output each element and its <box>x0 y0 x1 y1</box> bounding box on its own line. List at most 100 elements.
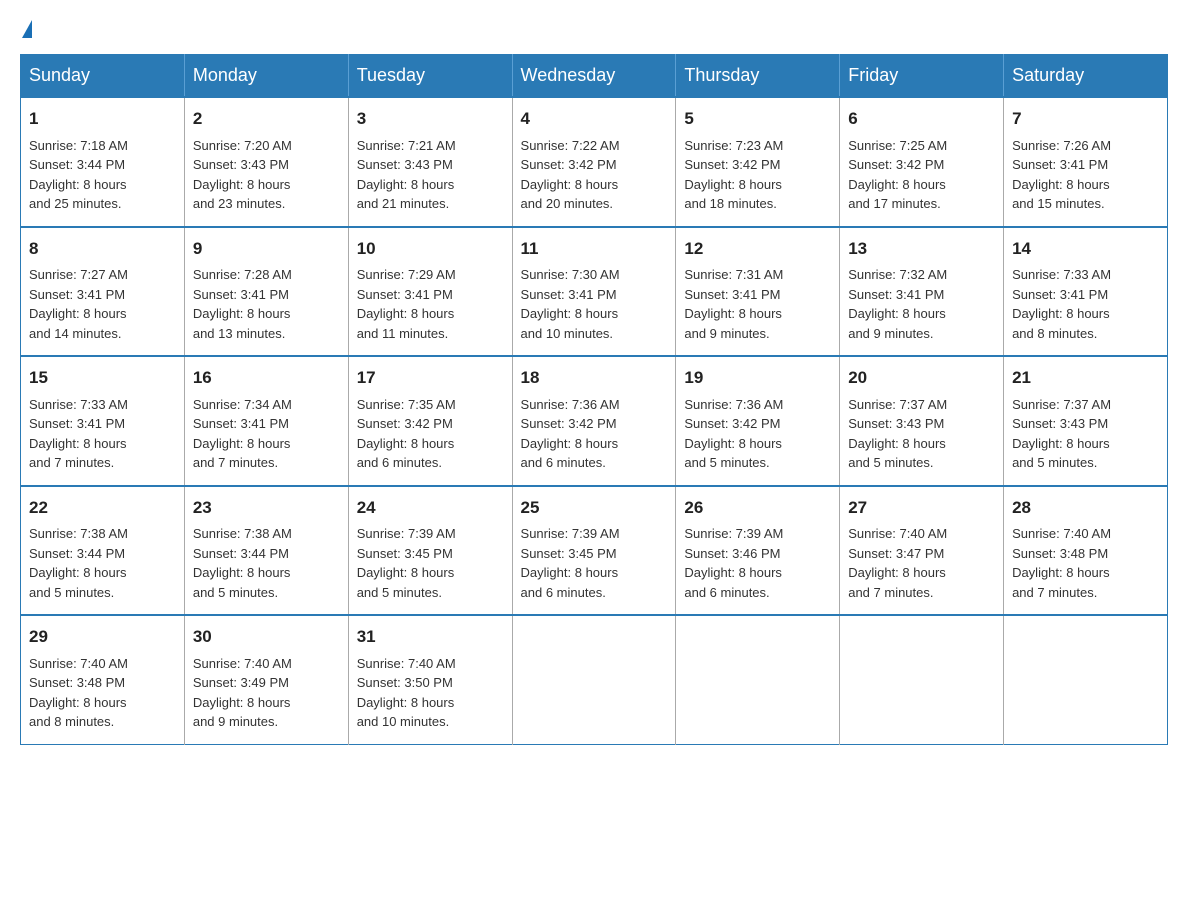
calendar-cell: 10 Sunrise: 7:29 AMSunset: 3:41 PMDayligh… <box>348 227 512 357</box>
day-info: Sunrise: 7:40 AMSunset: 3:48 PMDaylight:… <box>29 656 128 730</box>
day-number: 22 <box>29 495 176 521</box>
calendar-cell: 5Sunrise: 7:23 AMSunset: 3:42 PMDaylight… <box>676 97 840 227</box>
calendar-table: SundayMondayTuesdayWednesdayThursdayFrid… <box>20 54 1168 745</box>
calendar-cell: 20 Sunrise: 7:37 AMSunset: 3:43 PMDayligh… <box>840 356 1004 486</box>
day-number: 3 <box>357 106 504 132</box>
day-info: Sunrise: 7:22 AMSunset: 3:42 PMDaylight:… <box>521 138 620 212</box>
calendar-cell: 15 Sunrise: 7:33 AMSunset: 3:41 PMDayligh… <box>21 356 185 486</box>
calendar-cell <box>512 615 676 744</box>
weekday-header: Tuesday <box>348 55 512 98</box>
day-number: 30 <box>193 624 340 650</box>
day-number: 29 <box>29 624 176 650</box>
day-number: 10 <box>357 236 504 262</box>
calendar-cell: 24 Sunrise: 7:39 AMSunset: 3:45 PMDayligh… <box>348 486 512 616</box>
calendar-cell: 14 Sunrise: 7:33 AMSunset: 3:41 PMDayligh… <box>1004 227 1168 357</box>
calendar-week-row: 29 Sunrise: 7:40 AMSunset: 3:48 PMDayligh… <box>21 615 1168 744</box>
weekday-row: SundayMondayTuesdayWednesdayThursdayFrid… <box>21 55 1168 98</box>
day-info: Sunrise: 7:37 AMSunset: 3:43 PMDaylight:… <box>848 397 947 471</box>
calendar-cell: 1 Sunrise: 7:18 AMSunset: 3:44 PMDaylight… <box>21 97 185 227</box>
calendar-cell: 8 Sunrise: 7:27 AMSunset: 3:41 PMDaylight… <box>21 227 185 357</box>
day-number: 15 <box>29 365 176 391</box>
calendar-header: SundayMondayTuesdayWednesdayThursdayFrid… <box>21 55 1168 98</box>
day-number: 2 <box>193 106 340 132</box>
day-number: 25 <box>521 495 668 521</box>
weekday-header: Saturday <box>1004 55 1168 98</box>
day-number: 19 <box>684 365 831 391</box>
day-info: Sunrise: 7:26 AMSunset: 3:41 PMDaylight:… <box>1012 138 1111 212</box>
day-info: Sunrise: 7:35 AMSunset: 3:42 PMDaylight:… <box>357 397 456 471</box>
day-number: 9 <box>193 236 340 262</box>
calendar-cell: 25 Sunrise: 7:39 AMSunset: 3:45 PMDayligh… <box>512 486 676 616</box>
day-info: Sunrise: 7:33 AMSunset: 3:41 PMDaylight:… <box>29 397 128 471</box>
calendar-cell: 30 Sunrise: 7:40 AMSunset: 3:49 PMDayligh… <box>184 615 348 744</box>
calendar-week-row: 15 Sunrise: 7:33 AMSunset: 3:41 PMDayligh… <box>21 356 1168 486</box>
calendar-cell: 3 Sunrise: 7:21 AMSunset: 3:43 PMDaylight… <box>348 97 512 227</box>
day-number: 14 <box>1012 236 1159 262</box>
day-info: Sunrise: 7:34 AMSunset: 3:41 PMDaylight:… <box>193 397 292 471</box>
day-number: 13 <box>848 236 995 262</box>
calendar-cell: 28 Sunrise: 7:40 AMSunset: 3:48 PMDayligh… <box>1004 486 1168 616</box>
day-info: Sunrise: 7:40 AMSunset: 3:49 PMDaylight:… <box>193 656 292 730</box>
day-info: Sunrise: 7:25 AMSunset: 3:42 PMDaylight:… <box>848 138 947 212</box>
day-number: 11 <box>521 236 668 262</box>
day-info: Sunrise: 7:39 AMSunset: 3:45 PMDaylight:… <box>357 526 456 600</box>
day-number: 20 <box>848 365 995 391</box>
day-info: Sunrise: 7:36 AMSunset: 3:42 PMDaylight:… <box>684 397 783 471</box>
calendar-cell: 26Sunrise: 7:39 AMSunset: 3:46 PMDayligh… <box>676 486 840 616</box>
day-number: 28 <box>1012 495 1159 521</box>
day-info: Sunrise: 7:40 AMSunset: 3:47 PMDaylight:… <box>848 526 947 600</box>
page-header <box>20 20 1168 38</box>
calendar-cell: 6 Sunrise: 7:25 AMSunset: 3:42 PMDaylight… <box>840 97 1004 227</box>
calendar-cell: 11 Sunrise: 7:30 AMSunset: 3:41 PMDayligh… <box>512 227 676 357</box>
day-number: 17 <box>357 365 504 391</box>
day-number: 12 <box>684 236 831 262</box>
day-number: 27 <box>848 495 995 521</box>
day-info: Sunrise: 7:38 AMSunset: 3:44 PMDaylight:… <box>193 526 292 600</box>
logo-triangle-icon <box>22 20 32 38</box>
day-info: Sunrise: 7:30 AMSunset: 3:41 PMDaylight:… <box>521 267 620 341</box>
calendar-cell: 27 Sunrise: 7:40 AMSunset: 3:47 PMDayligh… <box>840 486 1004 616</box>
day-number: 24 <box>357 495 504 521</box>
calendar-cell: 2Sunrise: 7:20 AMSunset: 3:43 PMDaylight… <box>184 97 348 227</box>
calendar-week-row: 8 Sunrise: 7:27 AMSunset: 3:41 PMDaylight… <box>21 227 1168 357</box>
calendar-cell: 16 Sunrise: 7:34 AMSunset: 3:41 PMDayligh… <box>184 356 348 486</box>
day-number: 7 <box>1012 106 1159 132</box>
day-info: Sunrise: 7:28 AMSunset: 3:41 PMDaylight:… <box>193 267 292 341</box>
day-number: 23 <box>193 495 340 521</box>
day-info: Sunrise: 7:39 AMSunset: 3:45 PMDaylight:… <box>521 526 620 600</box>
calendar-cell: 22 Sunrise: 7:38 AMSunset: 3:44 PMDayligh… <box>21 486 185 616</box>
weekday-header: Friday <box>840 55 1004 98</box>
calendar-cell: 7 Sunrise: 7:26 AMSunset: 3:41 PMDaylight… <box>1004 97 1168 227</box>
day-info: Sunrise: 7:40 AMSunset: 3:48 PMDaylight:… <box>1012 526 1111 600</box>
calendar-cell: 29 Sunrise: 7:40 AMSunset: 3:48 PMDayligh… <box>21 615 185 744</box>
logo <box>20 20 34 38</box>
day-info: Sunrise: 7:37 AMSunset: 3:43 PMDaylight:… <box>1012 397 1111 471</box>
day-info: Sunrise: 7:23 AMSunset: 3:42 PMDaylight:… <box>684 138 783 212</box>
day-number: 16 <box>193 365 340 391</box>
calendar-cell: 17 Sunrise: 7:35 AMSunset: 3:42 PMDayligh… <box>348 356 512 486</box>
day-number: 6 <box>848 106 995 132</box>
calendar-cell: 13Sunrise: 7:32 AMSunset: 3:41 PMDayligh… <box>840 227 1004 357</box>
calendar-cell: 19 Sunrise: 7:36 AMSunset: 3:42 PMDayligh… <box>676 356 840 486</box>
calendar-cell: 23 Sunrise: 7:38 AMSunset: 3:44 PMDayligh… <box>184 486 348 616</box>
day-info: Sunrise: 7:39 AMSunset: 3:46 PMDaylight:… <box>684 526 783 600</box>
day-info: Sunrise: 7:27 AMSunset: 3:41 PMDaylight:… <box>29 267 128 341</box>
day-number: 18 <box>521 365 668 391</box>
day-info: Sunrise: 7:29 AMSunset: 3:41 PMDaylight:… <box>357 267 456 341</box>
weekday-header: Sunday <box>21 55 185 98</box>
day-number: 31 <box>357 624 504 650</box>
day-info: Sunrise: 7:21 AMSunset: 3:43 PMDaylight:… <box>357 138 456 212</box>
day-info: Sunrise: 7:38 AMSunset: 3:44 PMDaylight:… <box>29 526 128 600</box>
day-number: 1 <box>29 106 176 132</box>
calendar-cell: 21 Sunrise: 7:37 AMSunset: 3:43 PMDayligh… <box>1004 356 1168 486</box>
day-info: Sunrise: 7:36 AMSunset: 3:42 PMDaylight:… <box>521 397 620 471</box>
calendar-week-row: 22 Sunrise: 7:38 AMSunset: 3:44 PMDayligh… <box>21 486 1168 616</box>
day-number: 21 <box>1012 365 1159 391</box>
calendar-cell: 18 Sunrise: 7:36 AMSunset: 3:42 PMDayligh… <box>512 356 676 486</box>
day-info: Sunrise: 7:18 AMSunset: 3:44 PMDaylight:… <box>29 138 128 212</box>
calendar-cell <box>1004 615 1168 744</box>
calendar-cell <box>840 615 1004 744</box>
day-info: Sunrise: 7:33 AMSunset: 3:41 PMDaylight:… <box>1012 267 1111 341</box>
day-number: 8 <box>29 236 176 262</box>
day-info: Sunrise: 7:31 AMSunset: 3:41 PMDaylight:… <box>684 267 783 341</box>
